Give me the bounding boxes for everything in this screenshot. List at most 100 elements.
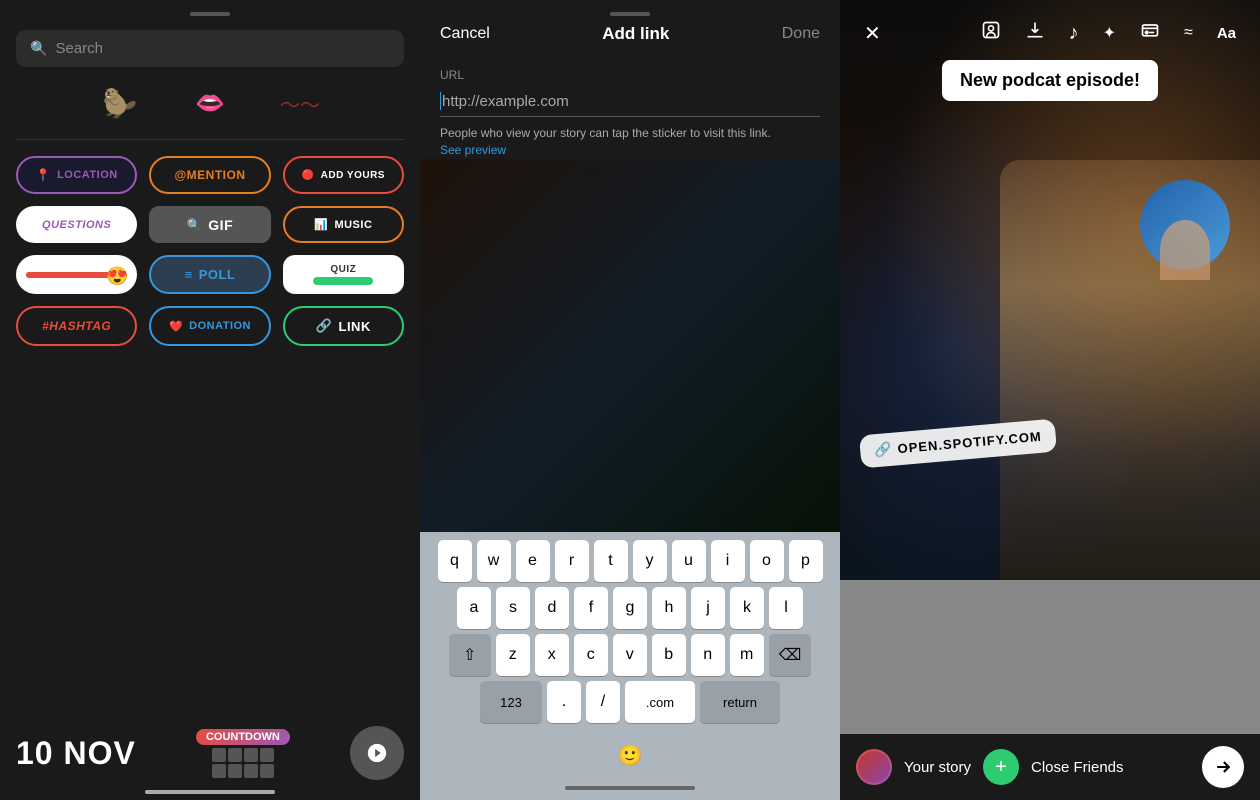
countdown-label: COUNTDOWN (196, 729, 290, 745)
key-period[interactable]: . (547, 681, 581, 723)
sticker-donation-btn[interactable]: ❤️ DONATION (149, 306, 270, 346)
key-return[interactable]: return (700, 681, 780, 723)
link-header: Cancel Add link Done (420, 24, 840, 58)
sticker-slider-btn[interactable]: 😍 (16, 255, 137, 294)
emoji-row: 🙂 (424, 728, 836, 780)
key-d[interactable]: d (535, 587, 569, 629)
key-s[interactable]: s (496, 587, 530, 629)
key-dotcom[interactable]: .com (625, 681, 695, 723)
key-y[interactable]: y (633, 540, 667, 582)
url-section: URL http://example.com People who view y… (420, 58, 840, 159)
addyours-icon: 🔴 (302, 170, 315, 181)
close-friends-icon: + (983, 749, 1019, 785)
sticker-mention-btn[interactable]: @MENTION (149, 156, 270, 194)
sticker-eyebrow-1[interactable]: 🦫 (85, 83, 155, 123)
cancel-button[interactable]: Cancel (440, 25, 490, 43)
link-icon: 🔗 (316, 318, 333, 334)
key-e[interactable]: e (516, 540, 550, 582)
camera-button[interactable] (350, 726, 404, 780)
poll-icon: ≡ (185, 267, 193, 282)
key-w[interactable]: w (477, 540, 511, 582)
key-h[interactable]: h (652, 587, 686, 629)
music-icon[interactable]: ♪ (1065, 18, 1083, 49)
search-icon: 🔍 (30, 40, 47, 57)
key-m[interactable]: m (730, 634, 764, 676)
url-input-container[interactable]: http://example.com (440, 86, 820, 117)
story-bottom-bar: Your story + Close Friends (840, 734, 1260, 800)
sticker-music-btn[interactable]: 📊 MUSIC (283, 206, 404, 243)
your-story-label[interactable]: Your story (904, 759, 971, 776)
sticker-quiz-btn[interactable]: QUIZ (283, 255, 404, 294)
key-shift[interactable]: ⇧ (449, 634, 491, 676)
story-image-area: New podcat episode! 🔗 OPEN.SPOTIFY.COM (840, 0, 1260, 580)
key-k[interactable]: k (730, 587, 764, 629)
countdown-btn[interactable]: COUNTDOWN (196, 729, 290, 778)
add-link-title: Add link (602, 24, 669, 44)
key-slash[interactable]: / (586, 681, 620, 723)
keyboard-row-1: q w e r t y u i o p (424, 540, 836, 582)
key-a[interactable]: a (457, 587, 491, 629)
person-image (1000, 160, 1260, 580)
key-f[interactable]: f (574, 587, 608, 629)
close-friends-label[interactable]: Close Friends (1031, 759, 1190, 776)
key-l[interactable]: l (769, 587, 803, 629)
key-x[interactable]: x (535, 634, 569, 676)
heart-icon: ❤️ (169, 320, 183, 333)
done-button[interactable]: Done (782, 25, 820, 43)
key-t[interactable]: t (594, 540, 628, 582)
download-icon[interactable] (1021, 16, 1049, 50)
text-cursor (440, 92, 441, 110)
key-p[interactable]: p (789, 540, 823, 582)
gif-search-icon: 🔍 (187, 218, 202, 232)
see-preview-link[interactable]: See preview (440, 143, 506, 157)
key-j[interactable]: j (691, 587, 725, 629)
link-sticker-icon[interactable]: ≈ (1180, 20, 1197, 46)
url-hint: People who view your story can tap the s… (440, 125, 820, 159)
key-g[interactable]: g (613, 587, 647, 629)
podcast-sticker[interactable]: New podcat episode! (942, 60, 1158, 101)
key-v[interactable]: v (613, 634, 647, 676)
sticker-search-bar[interactable]: 🔍 Search (16, 30, 404, 67)
blur-overlay (420, 159, 840, 532)
panel2-home-indicator-area (424, 780, 836, 796)
key-i[interactable]: i (711, 540, 745, 582)
key-o[interactable]: o (750, 540, 784, 582)
divider (16, 139, 404, 140)
sticker-lips-1[interactable]: 👄 (175, 83, 245, 123)
sticker-link-btn[interactable]: 🔗 LINK (283, 306, 404, 346)
drag-handle (190, 12, 230, 16)
sticker-location-btn[interactable]: 📍 LOCATION (16, 156, 137, 194)
text-icon[interactable]: Aa (1213, 21, 1240, 46)
key-b[interactable]: b (652, 634, 686, 676)
sticker-hashtag-btn[interactable]: #HASHTAG (16, 306, 137, 346)
key-123[interactable]: 123 (480, 681, 542, 723)
sticker-preview-row: 🦫 👄 〜〜 (85, 83, 335, 123)
story-gray-area (840, 580, 1260, 734)
key-n[interactable]: n (691, 634, 725, 676)
sticker-eyebrow-2[interactable]: 〜〜 (265, 83, 335, 123)
url-input[interactable]: http://example.com (442, 93, 820, 110)
key-r[interactable]: r (555, 540, 589, 582)
date-label: 10 NOV (16, 735, 136, 772)
keyboard-row-4: 123 . / .com return (424, 681, 836, 723)
spotify-url-text: OPEN.SPOTIFY.COM (897, 429, 1042, 457)
search-input[interactable]: Search (55, 40, 103, 57)
sticker-addyours-btn[interactable]: 🔴 ADD YOURS (283, 156, 404, 194)
key-u[interactable]: u (672, 540, 706, 582)
sticker-gif-btn[interactable]: 🔍 GIF (149, 206, 270, 243)
share-button[interactable] (1202, 746, 1244, 788)
key-q[interactable]: q (438, 540, 472, 582)
face-icon[interactable] (977, 16, 1005, 50)
close-button[interactable]: ✕ (860, 17, 885, 50)
sticker-poll-btn[interactable]: ≡ POLL (149, 255, 270, 294)
emoji-button[interactable]: 🙂 (598, 734, 663, 776)
home-indicator (145, 790, 275, 794)
caption-icon[interactable] (1136, 16, 1164, 50)
keyboard: q w e r t y u i o p a s d f g h j k l ⇧ … (420, 532, 840, 800)
sticker-questions-btn[interactable]: QUESTIONS (16, 206, 137, 243)
countdown-grid (212, 748, 274, 778)
key-c[interactable]: c (574, 634, 608, 676)
key-z[interactable]: z (496, 634, 530, 676)
key-delete[interactable]: ⌫ (769, 634, 812, 676)
effects-icon[interactable]: ✦ (1099, 19, 1120, 47)
